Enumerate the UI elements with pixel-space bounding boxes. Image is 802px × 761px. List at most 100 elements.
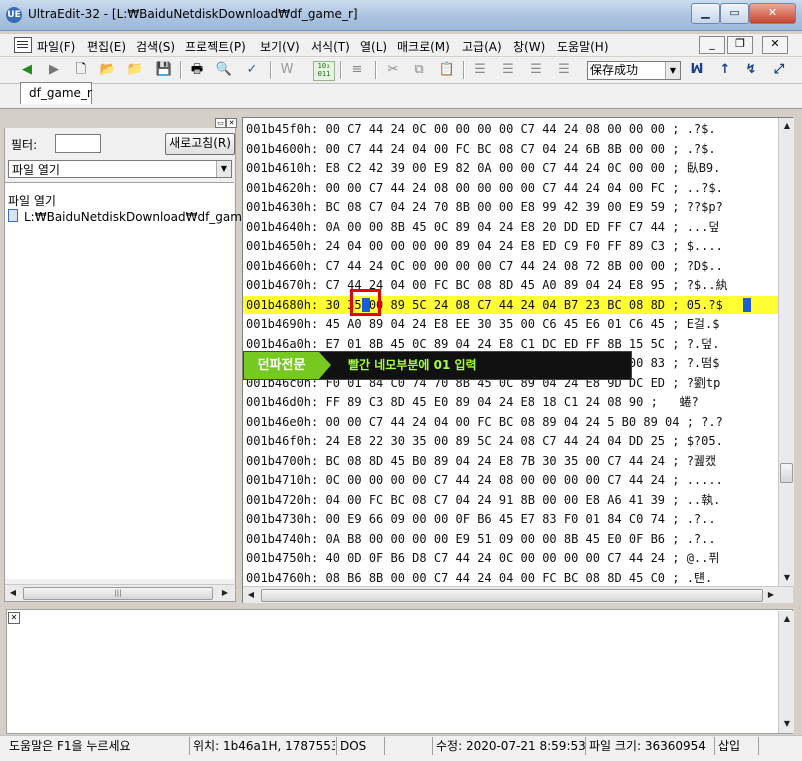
- copy-icon[interactable]: ⧉: [410, 61, 428, 79]
- menu-edit[interactable]: 편집(E): [87, 38, 126, 55]
- hex-line[interactable]: 001b4600h: 00 C7 44 24 04 00 FC BC 08 C7…: [246, 141, 716, 158]
- mdi-minimize-button[interactable]: _: [699, 36, 725, 54]
- close-icon[interactable]: ✕: [8, 612, 20, 624]
- scroll-right-arrow-icon[interactable]: ▶: [763, 587, 779, 603]
- replace-icon[interactable]: ↯: [742, 61, 760, 79]
- toolbar-combo[interactable]: 保存成功 ▼: [587, 61, 681, 80]
- menu-column[interactable]: 열(L): [360, 38, 387, 55]
- hex-line[interactable]: 001b4610h: E8 C2 42 39 00 E9 82 0A 00 00…: [246, 160, 720, 177]
- menu-macro[interactable]: 매크로(M): [397, 38, 450, 55]
- status-bar: 도움말은 F1을 누르세요 위치: 1b46a1H, 1787553, DOS …: [0, 735, 802, 761]
- find-next-icon[interactable]: ↑: [716, 61, 734, 79]
- hex-mode-icon[interactable]: 10₂ 011: [313, 61, 335, 81]
- scroll-right-arrow-icon[interactable]: ▶: [217, 585, 233, 601]
- window-minimize-button[interactable]: ▁: [691, 3, 720, 24]
- output-vertical-scrollbar[interactable]: ▲ ▼: [778, 611, 794, 733]
- word-wrap-icon[interactable]: W: [278, 61, 296, 79]
- menu-advanced[interactable]: 고급(A): [462, 38, 502, 55]
- status-blank: [384, 737, 432, 755]
- hex-line[interactable]: 001b4720h: 04 00 FC BC 08 C7 04 24 91 8B…: [246, 492, 720, 509]
- find-in-files-icon[interactable]: ⤢: [770, 61, 788, 79]
- align-center-icon[interactable]: ☰: [499, 61, 517, 79]
- paste-icon[interactable]: 📋: [438, 61, 456, 79]
- hex-line[interactable]: 001b46f0h: 24 E8 22 30 35 00 89 5C 24 08…: [246, 433, 723, 450]
- scroll-left-arrow-icon[interactable]: ◀: [243, 587, 259, 603]
- editor-horizontal-scrollbar[interactable]: ◀ ▶: [243, 586, 793, 603]
- scroll-up-arrow-icon[interactable]: ▲: [779, 611, 795, 627]
- window-close-button[interactable]: ✕: [749, 3, 796, 24]
- chevron-down-icon[interactable]: ▼: [665, 62, 680, 79]
- align-left-icon[interactable]: ☰: [471, 61, 489, 79]
- chevron-down-icon[interactable]: ▼: [216, 161, 231, 177]
- editor-vertical-scrollbar[interactable]: ▲ ▼: [778, 118, 794, 586]
- hex-line[interactable]: 001b4760h: 08 B6 8B 00 00 C7 44 24 04 00…: [246, 570, 712, 587]
- forward-arrow-icon[interactable]: ▶: [45, 61, 63, 79]
- hex-line[interactable]: 001b4620h: 00 00 C7 44 24 08 00 00 00 00…: [246, 180, 723, 197]
- hex-line[interactable]: 001b4730h: 00 E9 66 09 00 00 0F B6 45 E7…: [246, 511, 716, 528]
- scroll-down-arrow-icon[interactable]: ▼: [779, 716, 795, 732]
- menu-window[interactable]: 창(W): [513, 38, 545, 55]
- hex-line[interactable]: 001b4660h: C7 44 24 0C 00 00 00 00 C7 44…: [246, 258, 723, 275]
- status-modified: 수정: 2020-07-21 8:59:53$: [432, 737, 586, 755]
- status-position: 위치: 1b46a1H, 1787553,: [189, 737, 335, 755]
- window-restore-button[interactable]: ▭: [720, 3, 749, 24]
- menu-view[interactable]: 보기(V): [260, 38, 300, 55]
- mdi-close-button[interactable]: ✕: [762, 36, 788, 54]
- hex-line[interactable]: 001b4630h: BC 08 C7 04 24 70 8B 00 00 E8…: [246, 199, 723, 216]
- hex-line[interactable]: 001b4700h: BC 08 8D 45 B0 89 04 24 E8 7B…: [246, 453, 716, 470]
- hex-line[interactable]: 001b4740h: 0A B8 00 00 00 00 E9 51 09 00…: [246, 531, 716, 548]
- back-arrow-icon[interactable]: ◀: [18, 61, 36, 79]
- banner-tag: 던파전문: [244, 352, 331, 379]
- spell-check-icon[interactable]: ✓: [243, 61, 261, 79]
- red-highlight-box: [350, 289, 381, 316]
- hex-line[interactable]: 001b4750h: 40 0D 0F B6 D8 C7 44 24 0C 00…: [246, 550, 719, 567]
- filter-label: 필터:: [11, 138, 38, 152]
- hex-line[interactable]: 001b4670h: C7 44 24 04 00 FC BC 08 8D 45…: [246, 277, 728, 294]
- hex-line[interactable]: 001b4680h: 30 35 00 89 5C 24 08 C7 44 24…: [246, 297, 723, 314]
- hex-line[interactable]: 001b46e0h: 00 00 C7 44 24 04 00 FC BC 08…: [246, 414, 723, 431]
- hex-line[interactable]: 001b46d0h: FF 89 C3 8D 45 E0 89 04 24 E8…: [246, 394, 699, 411]
- print-icon[interactable]: 🖶: [188, 61, 206, 79]
- find-icon[interactable]: ꟽ: [688, 61, 706, 79]
- menu-format[interactable]: 서식(T): [311, 38, 350, 55]
- refresh-button[interactable]: 새로고침(R): [165, 133, 235, 155]
- menu-project[interactable]: 프로젝트(P): [185, 38, 246, 55]
- hex-line[interactable]: 001b46a0h: E7 01 8B 45 0C 89 04 24 E8 C1…: [246, 336, 719, 353]
- filter-input[interactable]: [55, 134, 101, 153]
- open-recent-icon[interactable]: 📁: [126, 61, 144, 79]
- align-right-icon[interactable]: ☰: [527, 61, 545, 79]
- panel-close-icon[interactable]: ✕: [226, 118, 237, 128]
- left-horizontal-scrollbar[interactable]: ◀ ||| ▶: [5, 584, 234, 601]
- scroll-up-arrow-icon[interactable]: ▲: [779, 118, 795, 134]
- toolbar-separator: [375, 61, 377, 79]
- hex-line[interactable]: 001b4690h: 45 A0 89 04 24 E8 EE 30 35 00…: [246, 316, 719, 333]
- scroll-thumb[interactable]: |||: [23, 587, 213, 600]
- justify-icon[interactable]: ☰: [555, 61, 573, 79]
- cut-icon[interactable]: ✂: [384, 61, 402, 79]
- mdi-restore-button[interactable]: ❐: [727, 36, 753, 54]
- save-icon[interactable]: 💾: [155, 61, 173, 79]
- open-folder-icon[interactable]: 📂: [99, 61, 117, 79]
- new-file-icon[interactable]: 🗋: [72, 61, 90, 79]
- scroll-left-arrow-icon[interactable]: ◀: [5, 585, 21, 601]
- hex-line[interactable]: 001b4640h: 0A 00 00 8B 45 0C 89 04 24 E8…: [246, 219, 719, 236]
- document-menu-icon[interactable]: [14, 37, 32, 53]
- scroll-thumb[interactable]: [780, 463, 793, 483]
- panel-restore-icon[interactable]: ▭: [215, 118, 226, 128]
- tree-root-label[interactable]: 파일 열기: [8, 192, 56, 209]
- open-files-combo[interactable]: 파일 열기 ▼: [8, 160, 232, 178]
- menu-bar: 파일(F) 편집(E) 검색(S) 프로젝트(P) 보기(V) 서식(T) 열(…: [0, 34, 802, 56]
- hex-line[interactable]: 001b4710h: 0C 00 00 00 00 C7 44 24 08 00…: [246, 472, 723, 489]
- tree-item-df-game-r[interactable]: L:₩BaiduNetdiskDownload₩df_game_r: [8, 209, 260, 224]
- tab-df-game-r[interactable]: df_game_r: [20, 82, 92, 104]
- menu-file[interactable]: 파일(F): [37, 38, 75, 55]
- menu-help[interactable]: 도움말(H): [557, 38, 609, 55]
- hex-line[interactable]: 001b4650h: 24 04 00 00 00 00 89 04 24 E8…: [246, 238, 723, 255]
- print-preview-icon[interactable]: 🔍: [215, 61, 233, 79]
- hex-line[interactable]: 001b45f0h: 00 C7 44 24 0C 00 00 00 00 C7…: [246, 121, 716, 138]
- output-panel[interactable]: [6, 609, 793, 734]
- format-paragraph-icon[interactable]: ≡: [348, 61, 366, 79]
- scroll-thumb[interactable]: [261, 589, 763, 602]
- scroll-down-arrow-icon[interactable]: ▼: [779, 570, 795, 586]
- menu-search[interactable]: 검색(S): [136, 38, 175, 55]
